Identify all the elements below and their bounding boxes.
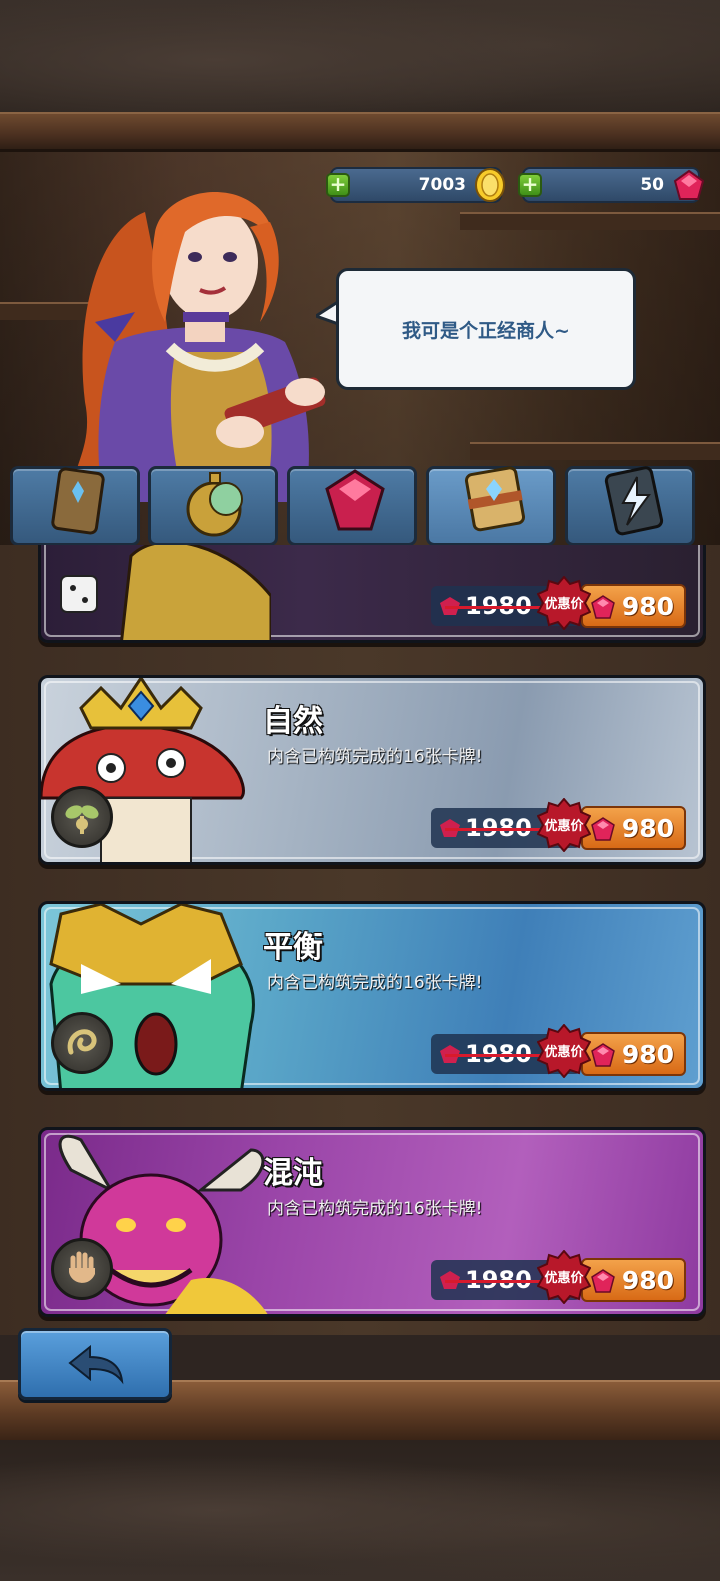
bottom-ornament [0,1440,720,1581]
chaos-type-badge [51,1238,113,1300]
card-pack-icon [51,467,105,535]
buy-button[interactable]: 980 [581,1258,686,1302]
top-wood-plank [0,112,720,152]
ruby-icon [591,1269,615,1293]
discount-badge: 优惠价 [536,797,592,853]
tab-pocket-watch[interactable] [148,466,278,546]
discount-badge: 优惠价 [536,575,592,631]
ruby-icon [591,1043,615,1067]
add-gold-button[interactable]: + [326,173,350,197]
price-strip[interactable]: 1980 980 优惠价 [431,575,686,631]
bundle-description: 内含已构筑完成的16张卡牌! [267,1199,483,1219]
bundle-card-balance[interactable]: 平衡 内含已构筑完成的16张卡牌! 1980 980 优惠价 [38,901,706,1091]
gem-amount: 50 [640,175,664,195]
discount-badge: 优惠价 [536,1023,592,1079]
gem-counter: + 50 [518,167,705,203]
bundle-description: 内含已构筑完成的16张卡牌! [267,747,483,767]
balance-type-badge [51,1012,113,1074]
bundle-title: 平衡 [263,930,323,965]
merchant-speech-bubble: 我可是个正经商人~ [336,268,636,390]
bundle-title: 自然 [263,704,323,739]
buy-button[interactable]: 980 [581,1032,686,1076]
ruby-icon [591,595,615,619]
deck-scroll-icon [464,466,526,532]
gold-counter: + 7003 [326,167,505,203]
tab-spell-card[interactable] [565,466,695,546]
merchant-speech-text: 我可是个正经商人~ [402,319,570,342]
nature-type-badge [51,786,113,848]
hand-icon [69,1251,95,1283]
back-arrow-icon [68,1345,124,1385]
bundle-card-partial[interactable]: 1980 980 优惠价 [38,545,706,643]
ruby-icon [673,169,705,200]
price-strip[interactable]: 1980 980 优惠价 [431,1249,686,1305]
lightning-card-icon [604,466,664,536]
gold-amount: 7003 [418,175,466,195]
gem-icon [325,469,385,531]
bundle-title: 混沌 [263,1156,323,1191]
tab-card-pack[interactable] [10,466,140,546]
price-strip[interactable]: 1980 980 优惠价 [431,1023,686,1079]
buy-button[interactable]: 980 [581,584,686,628]
buy-button[interactable]: 980 [581,806,686,850]
swirl-icon [67,1029,97,1055]
bundle-card-chaos[interactable]: 混沌 内含已构筑完成的16张卡牌! 1980 980 优惠价 [38,1127,706,1317]
add-gems-button[interactable]: + [518,173,542,197]
bundle-card-nature[interactable]: 自然 内含已构筑完成的16张卡牌! 1980 980 优惠价 [38,675,706,865]
bundle-character-art [60,545,271,640]
sprout-icon [65,805,99,834]
price-strip[interactable]: 1980 980 优惠价 [431,797,686,853]
back-button[interactable] [18,1328,172,1400]
bundle-list[interactable]: 1980 980 优惠价 自然 内含已构筑完成的16张卡牌! 1980 980 … [0,545,720,1335]
bundle-description: 内含已构筑完成的16张卡牌! [267,973,483,993]
discount-badge: 优惠价 [536,1249,592,1305]
shop-category-tabs [0,462,720,552]
pocket-watch-icon [186,472,243,537]
tab-gem[interactable] [287,466,417,546]
tab-deck-bundle[interactable] [426,466,556,546]
ruby-icon [591,817,615,841]
gold-coin-icon [475,168,505,202]
